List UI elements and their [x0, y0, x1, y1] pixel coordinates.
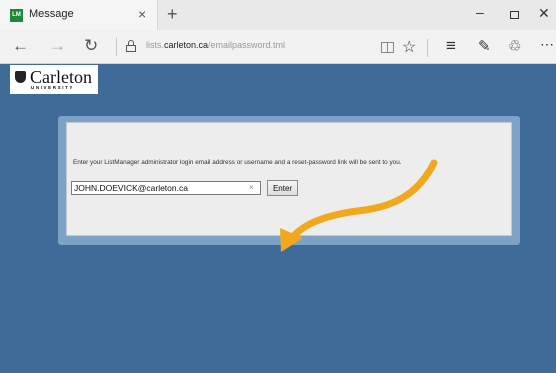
- browser-titlebar: LM Message × + – ✕: [0, 0, 556, 30]
- favorite-star-icon[interactable]: ☆: [402, 37, 416, 57]
- maximize-icon[interactable]: [510, 11, 519, 19]
- window-close-icon[interactable]: ✕: [538, 5, 550, 22]
- listmanager-favicon-icon: LM: [10, 9, 23, 22]
- hub-icon[interactable]: ≡: [446, 36, 456, 56]
- logo-subtitle: UNIVERSITY: [31, 85, 75, 90]
- tab-title: Message: [29, 8, 74, 20]
- url-path: /emailpassword.tml: [208, 40, 286, 50]
- share-icon[interactable]: ♲: [508, 37, 521, 55]
- reset-password-panel: Enter your ListManager administrator log…: [66, 122, 512, 236]
- refresh-icon[interactable]: ↻: [84, 36, 98, 56]
- tab-close-icon[interactable]: ×: [138, 6, 146, 22]
- forward-arrow-icon[interactable]: →: [49, 36, 66, 56]
- address-divider: [116, 38, 117, 56]
- logo-name: Carleton: [30, 67, 92, 87]
- address-bar[interactable]: lists.carleton.ca/emailpassword.tml: [146, 40, 285, 50]
- minimize-icon[interactable]: –: [476, 4, 484, 20]
- url-domain: carleton.ca: [164, 40, 209, 50]
- email-field[interactable]: [71, 181, 261, 195]
- url-prefix: lists.: [146, 40, 164, 50]
- web-note-icon[interactable]: ✎: [478, 37, 491, 55]
- reading-view-icon[interactable]: [381, 42, 394, 53]
- browser-navbar: ← → ↻ lists.carleton.ca/emailpassword.tm…: [0, 30, 556, 64]
- enter-button[interactable]: Enter: [267, 180, 298, 196]
- clear-input-icon[interactable]: ×: [249, 182, 254, 194]
- browser-tab[interactable]: LM Message ×: [0, 0, 158, 30]
- shield-icon: [15, 71, 26, 83]
- carleton-logo[interactable]: Carleton UNIVERSITY: [10, 65, 98, 94]
- more-icon[interactable]: ⋯: [540, 36, 554, 53]
- new-tab-icon[interactable]: +: [167, 3, 178, 25]
- toolbar-divider: [427, 39, 428, 57]
- instruction-text: Enter your ListManager administrator log…: [73, 159, 402, 166]
- lock-icon: [126, 40, 136, 52]
- back-arrow-icon[interactable]: ←: [12, 36, 29, 56]
